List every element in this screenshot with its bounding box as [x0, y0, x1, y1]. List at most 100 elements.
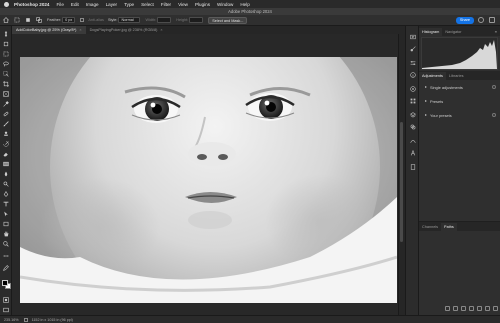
chevron-right-icon	[425, 86, 427, 88]
style-select[interactable]: Normal	[118, 17, 141, 23]
rectangle-tool-icon[interactable]	[2, 220, 10, 227]
new-path-icon[interactable]	[485, 306, 490, 311]
hand-tool-icon[interactable]	[2, 230, 10, 237]
properties-icon[interactable]	[410, 60, 416, 66]
eraser-tool-icon[interactable]	[2, 150, 10, 157]
menu-type[interactable]: Type	[124, 2, 134, 7]
tab-channels[interactable]: Channels	[419, 223, 441, 231]
fill-path-icon[interactable]	[445, 306, 450, 311]
options-bar: Feather: 0 px Anti-alias Style: Normal W…	[0, 15, 500, 26]
select-and-mask-button[interactable]: Select and Mask...	[208, 16, 248, 24]
info-icon[interactable]	[492, 113, 496, 117]
artboard-tool-icon[interactable]	[2, 40, 10, 47]
marquee-tool-icon-2[interactable]	[2, 50, 10, 57]
swatches-icon[interactable]	[410, 98, 416, 104]
antialias-checkbox[interactable]	[80, 18, 85, 22]
menu-filter[interactable]: Filter	[161, 2, 171, 7]
height-input[interactable]	[189, 17, 204, 23]
panel-menu-icon[interactable]: ≡	[495, 28, 497, 36]
feather-input[interactable]: 0 px	[62, 17, 76, 23]
move-tool-icon[interactable]	[2, 30, 10, 37]
share-button[interactable]: Share	[455, 16, 474, 24]
menu-view[interactable]: View	[178, 2, 188, 7]
add-selection-icon[interactable]	[36, 17, 42, 23]
document-image[interactable]	[20, 57, 397, 303]
type-tool-icon[interactable]	[2, 200, 10, 207]
eyedropper-tool-icon[interactable]	[2, 100, 10, 107]
character-icon[interactable]	[410, 150, 416, 156]
tab-paths[interactable]: Paths	[441, 223, 457, 231]
spot-healing-tool-icon[interactable]	[2, 110, 10, 117]
your-presets-label: Your presets	[430, 112, 452, 118]
menu-plugins[interactable]: Plugins	[195, 2, 210, 7]
tab-libraries[interactable]: Libraries	[446, 72, 467, 80]
libraries-icon[interactable]	[410, 164, 416, 170]
zoom-tool-icon[interactable]	[2, 240, 10, 247]
clone-stamp-tool-icon[interactable]	[2, 130, 10, 137]
lasso-tool-icon[interactable]	[2, 60, 10, 67]
history-brush-tool-icon[interactable]	[2, 140, 10, 147]
screen-mode-icon[interactable]	[2, 306, 10, 313]
home-icon[interactable]	[3, 17, 9, 23]
menu-image[interactable]: Image	[86, 2, 99, 7]
antialias-label: Anti-alias	[88, 18, 104, 22]
history-icon[interactable]	[410, 34, 416, 40]
menu-layer[interactable]: Layer	[106, 2, 118, 7]
load-selection-icon[interactable]	[461, 306, 466, 311]
object-select-tool-icon[interactable]	[2, 70, 10, 77]
workspace-icon[interactable]	[489, 17, 495, 23]
menu-edit[interactable]: Edit	[71, 2, 79, 7]
stroke-path-icon[interactable]	[453, 306, 458, 311]
path-selection-tool-icon[interactable]	[2, 210, 10, 217]
menu-app-name[interactable]: Photoshop 2024	[14, 2, 49, 7]
pen-tool-icon[interactable]	[2, 190, 10, 197]
paths-icon[interactable]	[410, 138, 416, 144]
menu-window[interactable]: Window	[217, 2, 233, 7]
list-item-presets[interactable]: Presets	[421, 98, 498, 104]
tab-navigator[interactable]: Navigator	[442, 28, 464, 36]
dodge-tool-icon[interactable]	[2, 180, 10, 187]
mac-menu-bar: Photoshop 2024 File Edit Image Layer Typ…	[0, 0, 500, 8]
add-mask-icon[interactable]	[477, 306, 482, 311]
channels-icon[interactable]	[410, 124, 416, 130]
doc-info-icon	[23, 317, 28, 322]
layers-icon[interactable]	[410, 112, 416, 118]
more-tools-icon[interactable]	[2, 252, 10, 259]
scrollbar-thumb[interactable]	[400, 122, 403, 242]
gradient-tool-icon[interactable]	[2, 160, 10, 167]
frame-tool-icon[interactable]	[2, 90, 10, 97]
quick-mask-icon[interactable]	[2, 296, 10, 303]
foreground-color-swatch[interactable]	[2, 280, 8, 286]
tab-document-2-label: DogsPlayingPoker.jpg @ 238% (RGB/8)	[89, 28, 158, 32]
document-tabs: AddColorBaby.jpg @ 25% (Gray/8*) × DogsPl…	[12, 26, 405, 34]
apple-icon[interactable]	[4, 1, 9, 7]
search-icon[interactable]	[478, 17, 484, 23]
edit-toolbar-icon[interactable]	[2, 264, 10, 271]
menu-help[interactable]: Help	[240, 2, 249, 7]
list-item-your-presets[interactable]: Your presets	[421, 112, 498, 118]
trash-icon[interactable]	[493, 306, 498, 311]
list-item-single-adjustments[interactable]: Single adjustments	[421, 84, 498, 90]
info-icon[interactable]	[492, 85, 496, 89]
tab-document-2[interactable]: DogsPlayingPoker.jpg @ 238% (RGB/8) ×	[86, 26, 167, 34]
chevron-right-icon	[425, 114, 427, 116]
blur-tool-icon[interactable]	[2, 170, 10, 177]
tab-histogram[interactable]: Histogram	[419, 28, 443, 36]
zoom-level[interactable]: 235.16%	[4, 318, 19, 322]
color-icon[interactable]	[410, 86, 416, 92]
close-icon[interactable]: ×	[160, 28, 162, 32]
new-selection-icon[interactable]	[25, 17, 31, 23]
tab-document-1[interactable]: AddColorBaby.jpg @ 25% (Gray/8*) ×	[12, 26, 86, 34]
brush-tool-icon[interactable]	[2, 120, 10, 127]
tab-adjustments[interactable]: Adjustments	[419, 72, 446, 80]
width-input[interactable]	[157, 17, 172, 23]
menu-file[interactable]: File	[56, 2, 63, 7]
menu-select[interactable]: Select	[141, 2, 154, 7]
brush-settings-icon[interactable]	[410, 46, 416, 52]
info-icon[interactable]	[410, 72, 416, 78]
close-icon[interactable]: ×	[79, 28, 81, 32]
marquee-tool-icon[interactable]	[14, 17, 20, 23]
panel-icon-column	[405, 26, 419, 315]
make-path-icon[interactable]	[469, 306, 474, 311]
crop-tool-icon[interactable]	[2, 80, 10, 87]
